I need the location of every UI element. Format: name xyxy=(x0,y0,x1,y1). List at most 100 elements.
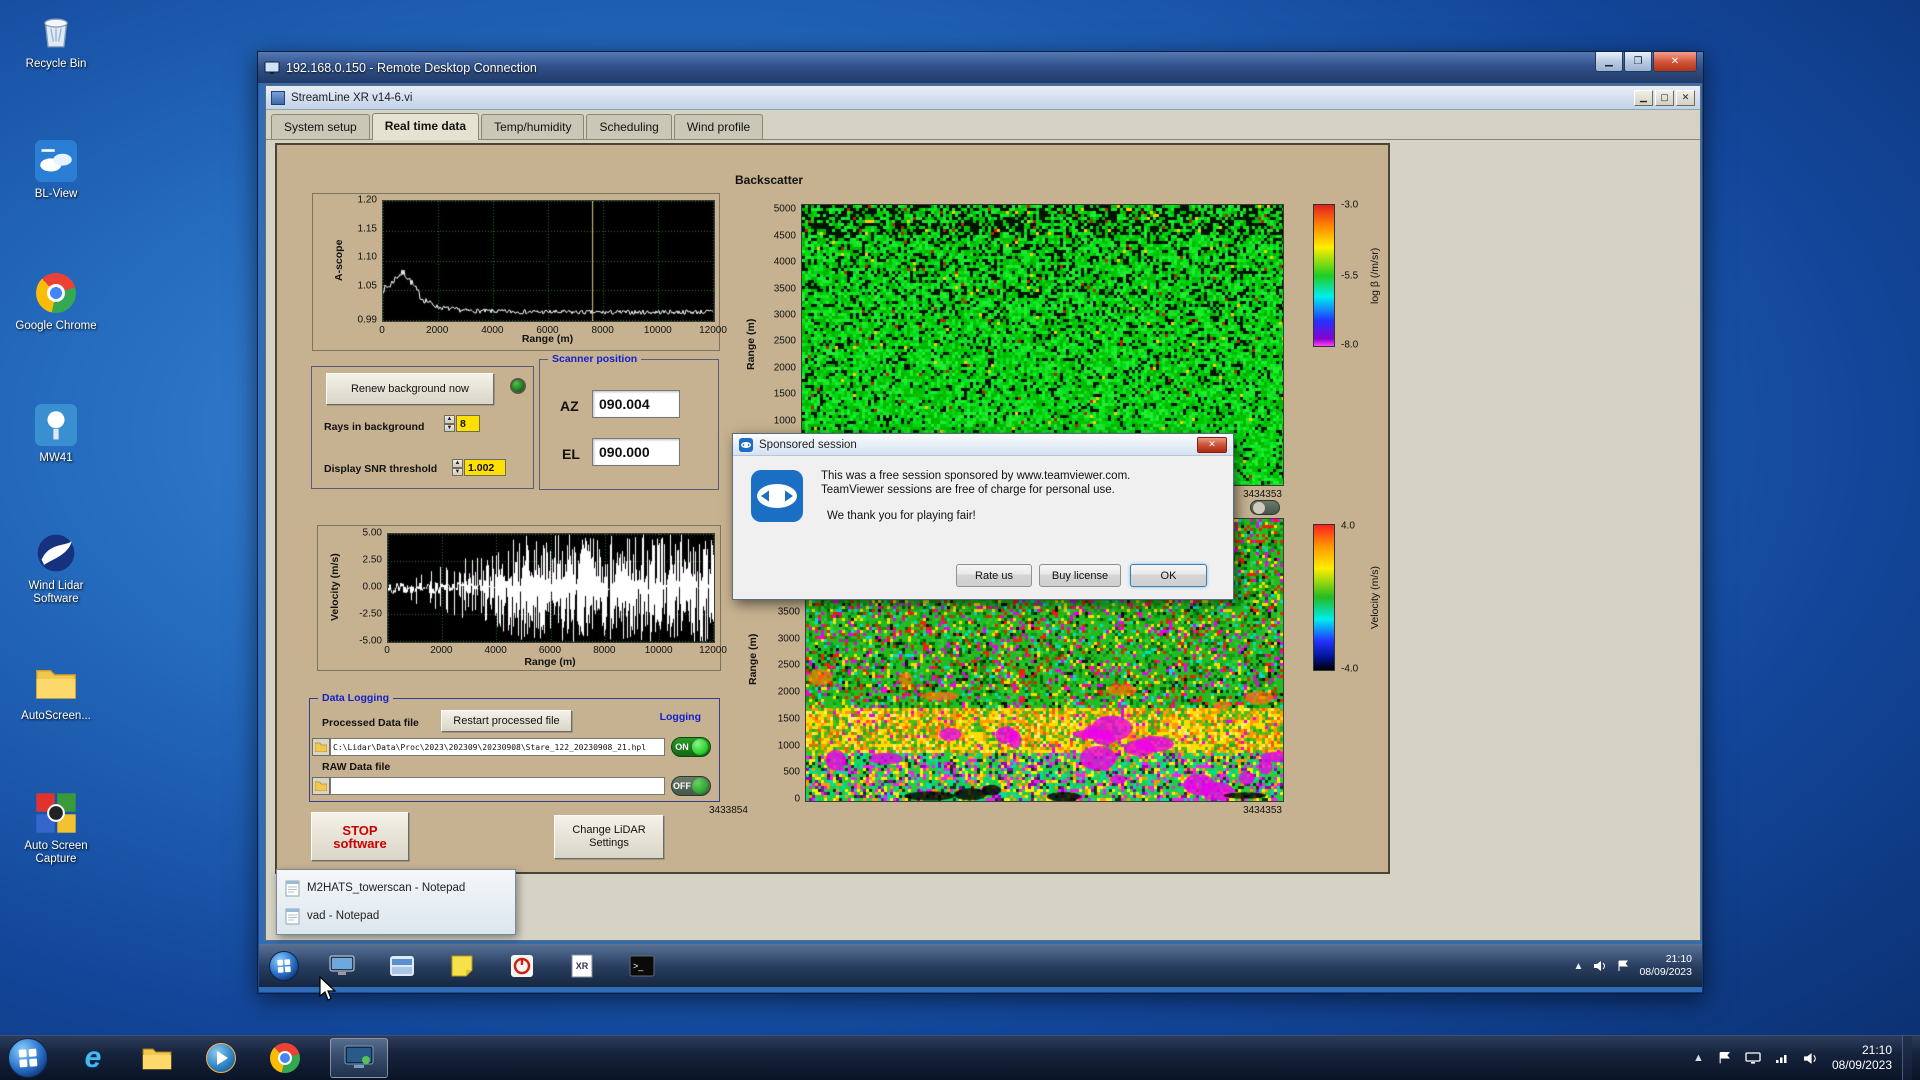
tab-real-time-data[interactable]: Real time data xyxy=(371,113,480,140)
tick-label: 2.50 xyxy=(362,554,382,566)
explorer-icon[interactable] xyxy=(385,951,419,981)
remote-show-hidden-icons[interactable]: ▲ xyxy=(1574,961,1584,972)
notepad-icon xyxy=(285,880,300,896)
dialog-titlebar[interactable]: Sponsored session ✕ xyxy=(733,434,1233,456)
snr-value[interactable]: 1.002 xyxy=(464,459,506,476)
host-clock-time: 21:10 xyxy=(1861,1043,1892,1057)
show-desktop-button[interactable] xyxy=(1902,1035,1912,1080)
tab-temp-humidity[interactable]: Temp/humidity xyxy=(481,114,585,139)
buy-license-button[interactable]: Buy license xyxy=(1039,564,1121,587)
ascope-plot xyxy=(382,200,715,322)
desktop-icon-bl-view[interactable]: BL-View xyxy=(8,138,104,201)
action-center-flag-icon[interactable] xyxy=(1718,1051,1731,1065)
desktop-icon-autoscreen-folder[interactable]: AutoScreen... xyxy=(8,660,104,723)
app-minimize-button[interactable]: ▁ xyxy=(1634,89,1653,106)
rdp-minimize-button[interactable]: ▁ xyxy=(1595,52,1623,72)
stop-software-button[interactable]: STOP software xyxy=(311,812,409,861)
renew-background-button[interactable]: Renew background now xyxy=(326,373,494,405)
power-icon[interactable] xyxy=(505,951,539,981)
notes-icon[interactable] xyxy=(445,951,479,981)
velocity-colorbar xyxy=(1313,524,1335,671)
desktop-icon-google-chrome[interactable]: Google Chrome xyxy=(8,270,104,333)
tab-wind-profile[interactable]: Wind profile xyxy=(673,114,764,139)
snr-stepper[interactable]: ▲ ▼ xyxy=(452,459,463,476)
el-value[interactable]: 090.000 xyxy=(592,438,680,466)
tick-label: 5000 xyxy=(773,203,796,215)
remote-volume-icon[interactable] xyxy=(1593,960,1607,972)
streamline-icon[interactable]: XR xyxy=(565,951,599,981)
streamline-titlebar[interactable]: StreamLine XR v14-6.vi ▁ ▢ ✕ xyxy=(266,86,1700,110)
svg-text:XR: XR xyxy=(576,961,589,971)
rdp-titlebar[interactable]: 192.168.0.150 - Remote Desktop Connectio… xyxy=(258,52,1703,83)
rdp-close-button[interactable]: ✕ xyxy=(1653,52,1697,72)
raw-path-browse-icon[interactable] xyxy=(312,777,330,795)
volume-icon[interactable] xyxy=(1803,1052,1818,1065)
start-button[interactable] xyxy=(8,1038,48,1078)
az-value[interactable]: 090.004 xyxy=(592,390,680,418)
popup-item-vad[interactable]: vad - Notepad xyxy=(277,902,515,930)
dialog-close-button[interactable]: ✕ xyxy=(1197,436,1227,453)
computer-icon[interactable] xyxy=(325,951,359,981)
tick-label: -5.00 xyxy=(359,635,382,647)
raw-logging-toggle[interactable]: OFF xyxy=(671,776,711,796)
processed-data-file-label: Processed Data file xyxy=(322,717,419,729)
processed-toggle-state: ON xyxy=(675,742,689,752)
tick-label: -2.50 xyxy=(359,608,382,620)
desktop-icon-label: Google Chrome xyxy=(15,320,97,332)
internet-explorer-icon[interactable]: e xyxy=(74,1039,112,1077)
media-player-icon[interactable] xyxy=(202,1039,240,1077)
desktop-icon-wind-lidar-software[interactable]: Wind Lidar Software xyxy=(8,530,104,606)
tab-scheduling[interactable]: Scheduling xyxy=(586,114,672,139)
tick-label: 0.99 xyxy=(357,314,377,326)
backscatter-colorbar-label: log β (/m/sr) xyxy=(1369,247,1381,304)
desktop-icon-label: Auto Screen Capture xyxy=(24,840,88,865)
tick-label: 12000 xyxy=(699,325,727,336)
change-lidar-settings-button[interactable]: Change LiDAR Settings xyxy=(554,815,664,859)
processed-logging-toggle[interactable]: ON xyxy=(671,737,711,757)
chrome-icon[interactable] xyxy=(266,1039,304,1077)
restart-processed-file-button[interactable]: Restart processed file xyxy=(441,710,572,732)
rate-us-button[interactable]: Rate us xyxy=(956,564,1032,587)
rdp-restore-button[interactable]: ❐ xyxy=(1624,52,1652,72)
app-maximize-button[interactable]: ▢ xyxy=(1655,89,1674,106)
raw-toggle-state: OFF xyxy=(673,781,691,791)
rays-value[interactable]: 8 xyxy=(456,415,480,432)
tick-label: 2000 xyxy=(773,362,796,374)
remote-system-tray: ▲ 21:10 08/09/2023 xyxy=(1574,953,1692,979)
network-icon[interactable] xyxy=(1775,1051,1789,1065)
rays-stepper[interactable]: ▲ ▼ xyxy=(444,415,455,432)
el-label: EL xyxy=(562,446,580,462)
display-icon[interactable] xyxy=(1745,1051,1761,1065)
console-icon[interactable]: >_ xyxy=(625,951,659,981)
host-clock[interactable]: 21:10 08/09/2023 xyxy=(1832,1043,1892,1073)
notepad-window-list-popup: M2HATS_towerscan - Notepad vad - Notepad xyxy=(276,869,516,935)
tick-label: 2500 xyxy=(777,659,800,671)
desktop-icon-auto-screen-capture[interactable]: Auto Screen Capture xyxy=(8,790,104,866)
popup-item-m2hats-towerscan[interactable]: M2HATS_towerscan - Notepad xyxy=(277,874,515,902)
data-logging-title: Data Logging xyxy=(318,692,394,704)
ok-button[interactable]: OK xyxy=(1130,564,1207,587)
processed-path-browse-icon[interactable] xyxy=(312,738,330,756)
rdp-taskbar-item[interactable] xyxy=(330,1038,388,1078)
processed-path-field[interactable]: C:\Lidar\Data\Proc\2023\202309\20230908\… xyxy=(330,738,665,756)
wind-lidar-icon xyxy=(33,530,79,576)
show-hidden-icons-button[interactable]: ▲ xyxy=(1693,1052,1704,1064)
svg-text:>_: >_ xyxy=(633,961,644,971)
remote-flag-icon[interactable] xyxy=(1617,960,1629,972)
desktop-icon-mw41[interactable]: MW41 xyxy=(8,402,104,465)
velocity-time-end-label: 3434353 xyxy=(1243,805,1282,816)
tab-system-setup[interactable]: System setup xyxy=(271,114,370,139)
desktop-icon-recycle-bin[interactable]: Recycle Bin xyxy=(8,8,104,71)
tick-label: 1500 xyxy=(773,388,796,400)
raw-path-field[interactable] xyxy=(330,777,665,795)
heatmap-toggle[interactable] xyxy=(1250,500,1280,515)
tick-label: 3000 xyxy=(777,633,800,645)
windows-explorer-icon[interactable] xyxy=(138,1039,176,1077)
app-close-button[interactable]: ✕ xyxy=(1676,89,1695,106)
remote-start-button[interactable] xyxy=(269,951,299,981)
tick-label: 0 xyxy=(379,325,385,336)
tick-label: -4.0 xyxy=(1341,663,1359,675)
remote-clock[interactable]: 21:10 08/09/2023 xyxy=(1639,953,1692,979)
backscatter-colorbar xyxy=(1313,204,1335,347)
background-led xyxy=(510,378,526,394)
